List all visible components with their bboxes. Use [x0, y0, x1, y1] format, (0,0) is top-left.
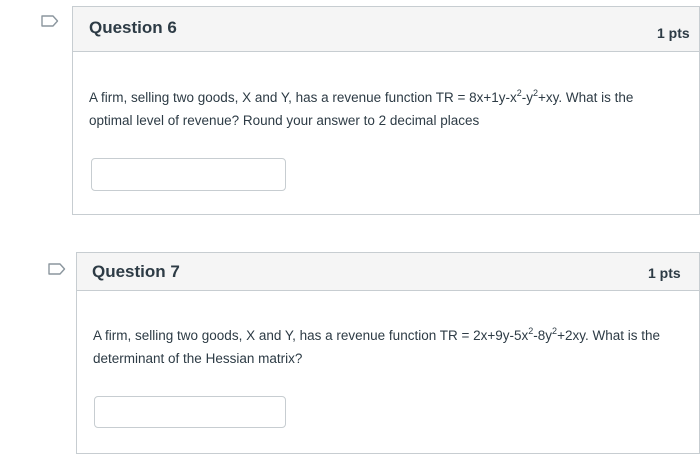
question-6-header: Question 6 1 pts	[73, 7, 699, 52]
answer-input[interactable]	[91, 158, 286, 191]
flag-question-icon[interactable]	[41, 15, 59, 27]
question-text: A firm, selling two goods, X and Y, has …	[89, 86, 689, 132]
question-7-header: Question 7 1 pts	[77, 253, 699, 291]
question-text-line-2: optimal level of revenue? Round your ans…	[89, 113, 480, 128]
flag-question-icon[interactable]	[48, 263, 66, 275]
question-points: 1 pts	[657, 25, 690, 41]
question-text-line-1: A firm, selling two goods, X and Y, has …	[93, 326, 660, 344]
question-title: Question 6	[89, 18, 177, 37]
question-text-line-2: determinant of the Hessian matrix?	[93, 351, 303, 366]
answer-input[interactable]	[94, 396, 286, 428]
question-points: 1 pts	[648, 265, 681, 281]
question-6-card: Question 6 1 pts A firm, selling two goo…	[72, 6, 700, 215]
question-text-line-1: A firm, selling two goods, X and Y, has …	[89, 88, 634, 106]
question-text: A firm, selling two goods, X and Y, has …	[93, 324, 693, 370]
question-title: Question 7	[92, 262, 180, 281]
question-7-card: Question 7 1 pts A firm, selling two goo…	[76, 252, 700, 454]
